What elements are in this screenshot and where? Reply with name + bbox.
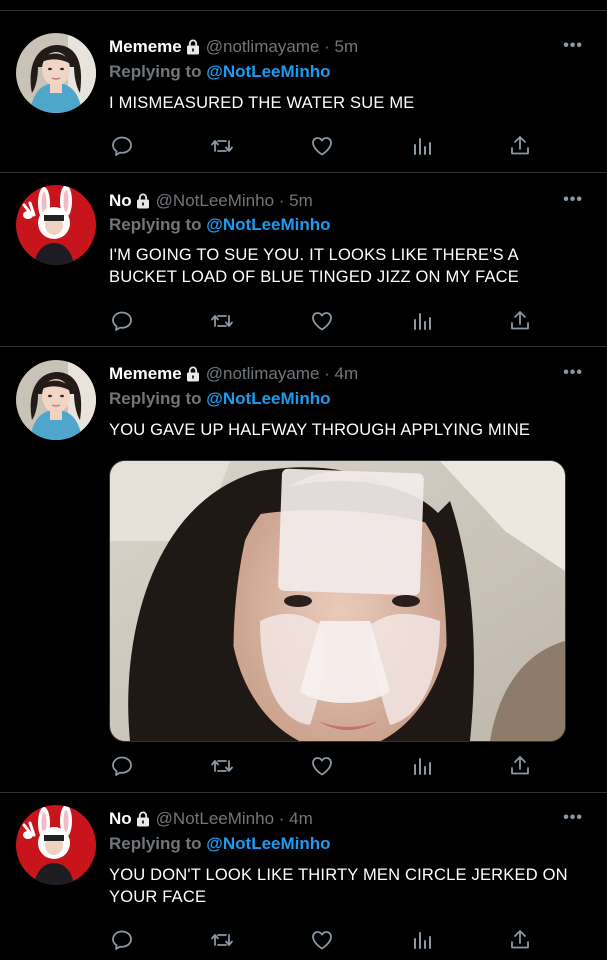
- share-icon[interactable]: [507, 928, 533, 952]
- like-icon[interactable]: [309, 928, 335, 952]
- user-handle[interactable]: @NotLeeMinho: [156, 809, 274, 829]
- tweet-media-photo[interactable]: [109, 460, 566, 742]
- reply-icon[interactable]: [109, 754, 135, 778]
- analytics-icon[interactable]: [409, 754, 435, 778]
- tweet-text: YOU DON'T LOOK LIKE THIRTY MEN CIRCLE JE…: [109, 866, 568, 906]
- display-name[interactable]: Mememe: [109, 364, 182, 384]
- timestamp[interactable]: · 4m: [324, 364, 358, 384]
- more-icon[interactable]: •••: [563, 809, 583, 827]
- tweet-text: YOU GAVE UP HALFWAY THROUGH APPLYING MIN…: [109, 421, 531, 439]
- display-name[interactable]: No: [109, 809, 132, 829]
- mention-link[interactable]: @NotLeeMinho: [206, 389, 330, 408]
- replying-label: Replying to: [109, 389, 202, 408]
- lock-icon: [186, 366, 200, 382]
- woman-portrait-icon: [16, 360, 96, 440]
- tweet-4[interactable]: No @NotLeeMinho · 4m ••• Replying to @No…: [0, 793, 607, 960]
- timestamp[interactable]: · 4m: [279, 809, 313, 829]
- like-icon[interactable]: [309, 754, 335, 778]
- tweet-header: No @NotLeeMinho · 4m: [109, 809, 313, 829]
- replying-to-line: Replying to @NotLeeMinho: [109, 834, 331, 854]
- reply-icon[interactable]: [109, 928, 135, 952]
- action-bar: [109, 928, 539, 952]
- lock-icon: [136, 811, 150, 827]
- more-icon[interactable]: •••: [563, 364, 583, 382]
- user-handle[interactable]: @notlimayame: [206, 364, 320, 384]
- replying-label: Replying to: [109, 834, 202, 853]
- tweet-header: Mememe @notlimayame · 4m: [109, 364, 358, 384]
- bunny-costume-icon: [16, 805, 96, 885]
- retweet-icon[interactable]: [209, 928, 235, 952]
- replying-to-line: Replying to @NotLeeMinho: [109, 389, 331, 409]
- analytics-icon[interactable]: [409, 928, 435, 952]
- action-bar: [109, 754, 539, 778]
- tweet-3[interactable]: Mememe @notlimayame · 4m ••• Replying to…: [0, 0, 607, 792]
- retweet-icon[interactable]: [209, 754, 235, 778]
- avatar[interactable]: [16, 360, 96, 440]
- sheet-mask-selfie-icon: [110, 461, 565, 741]
- avatar[interactable]: [16, 805, 96, 885]
- share-icon[interactable]: [507, 754, 533, 778]
- mention-link[interactable]: @NotLeeMinho: [206, 834, 330, 853]
